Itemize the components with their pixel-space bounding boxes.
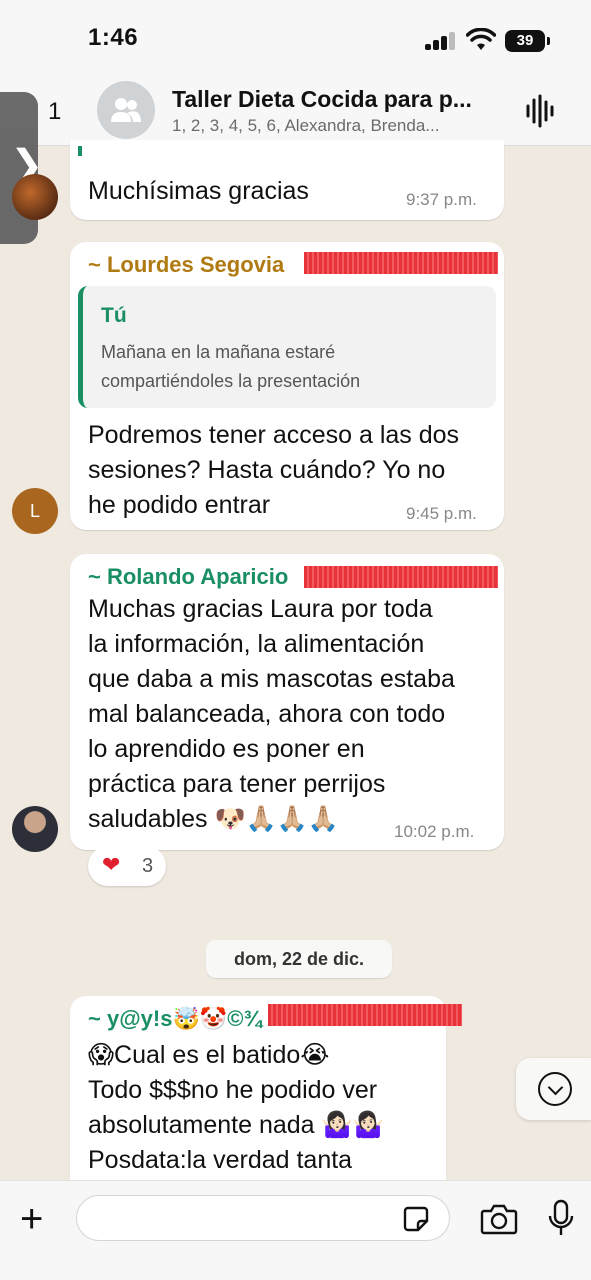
voice-chat-icon[interactable] [525, 94, 555, 128]
quote-author: Tú [101, 304, 127, 327]
avatar[interactable] [12, 806, 58, 852]
message-line: lo aprendido es poner en [88, 735, 365, 763]
message-line: he podido entrar [88, 491, 271, 519]
message-bubble[interactable]: Muchísimas gracias 9:37 p.m. [70, 140, 504, 220]
avatar[interactable] [12, 174, 58, 220]
chat-participants[interactable]: 1, 2, 3, 4, 5, 6, Alexandra, Brenda... [172, 116, 439, 136]
message-text: Podremos tener acceso a las dos sesiones… [88, 418, 459, 523]
message-composer: + [0, 1180, 591, 1280]
status-time: 1:46 [88, 24, 139, 51]
message-line: mal balanceada, ahora con todo [88, 700, 446, 728]
camera-icon[interactable] [480, 1203, 518, 1235]
back-unread-count[interactable]: 1 [48, 98, 61, 126]
message-line: la información, la alimentación [88, 630, 425, 658]
microphone-icon[interactable] [548, 1199, 574, 1237]
message-text: Muchas gracias Laura por toda la informa… [88, 592, 455, 837]
heart-icon: ❤ [102, 852, 121, 877]
scroll-to-bottom-button[interactable] [516, 1058, 591, 1120]
avatar[interactable]: L [12, 488, 58, 534]
cellular-signal-icon [425, 32, 459, 50]
message-time: 9:45 p.m. [406, 504, 477, 523]
group-icon [111, 98, 141, 122]
message-text: Muchísimas gracias [88, 177, 309, 205]
attach-plus-button[interactable]: + [20, 1199, 43, 1239]
message-time: 9:37 p.m. [406, 190, 477, 209]
battery-icon: 39 [505, 30, 550, 52]
chat-title[interactable]: Taller Dieta Cocida para p... [172, 86, 472, 113]
date-divider: dom, 22 de dic. [206, 940, 392, 978]
quote-text: Mañana en la mañana estaré compartiéndol… [101, 338, 360, 396]
quote-line: compartiéndoles la presentación [101, 371, 361, 391]
message-line: Posdata:la verdad tanta [88, 1146, 353, 1174]
message-line: sesiones? Hasta cuándo? Yo no [88, 456, 446, 484]
chat-header: 1 Taller Dieta Cocida para p... 1, 2, 3,… [0, 80, 591, 146]
group-avatar[interactable] [97, 81, 155, 139]
quote-line: Mañana en la mañana estaré [101, 342, 336, 362]
reaction-count: 3 [142, 855, 154, 877]
message-line: Muchas gracias Laura por toda [88, 595, 433, 623]
message-line: práctica para tener perrijos [88, 770, 386, 798]
message-line: Todo $$$no he podido ver [88, 1076, 378, 1104]
wifi-icon [466, 28, 496, 50]
sender-name[interactable]: ~ Lourdes Segovia [88, 252, 284, 278]
chevron-down-icon [538, 1072, 572, 1106]
message-text: 😱Cual es el batido😭 Todo $$$no he podido… [88, 1038, 384, 1178]
sender-name[interactable]: ~ y@y!s🤯🤡©¾ [88, 1006, 262, 1032]
redacted-phone [268, 1004, 462, 1026]
sticker-icon[interactable] [402, 1205, 430, 1233]
side-panel-handle[interactable]: ❯ [0, 92, 44, 244]
message-line: 😱Cual es el batido😭 [88, 1041, 330, 1069]
message-line: absolutamente nada 🤷🏻‍♀️🤷🏻‍♀️ [88, 1111, 384, 1139]
sender-name[interactable]: ~ Rolando Aparicio [88, 564, 288, 590]
redacted-phone [304, 252, 498, 274]
message-bubble[interactable]: ~ Lourdes Segovia Tú Mañana en la mañana… [70, 242, 504, 530]
message-bubble[interactable]: ~ y@y!s🤯🤡©¾ 😱Cual es el batido😭 Todo $$$… [70, 996, 462, 1196]
message-time: 10:02 p.m. [394, 822, 475, 841]
quote-edge [78, 146, 82, 156]
quoted-message[interactable]: Tú Mañana en la mañana estaré compartién… [78, 286, 496, 408]
message-line: Podremos tener acceso a las dos [88, 421, 460, 449]
message-line: que daba a mis mascotas estaba [88, 665, 455, 693]
reaction-badge[interactable]: ❤ 3 [88, 846, 166, 886]
status-bar: 1:46 39 [0, 0, 591, 80]
message-input[interactable] [76, 1195, 450, 1241]
message-bubble[interactable]: ~ Rolando Aparicio Muchas gracias Laura … [70, 554, 504, 850]
redacted-phone [304, 566, 498, 588]
